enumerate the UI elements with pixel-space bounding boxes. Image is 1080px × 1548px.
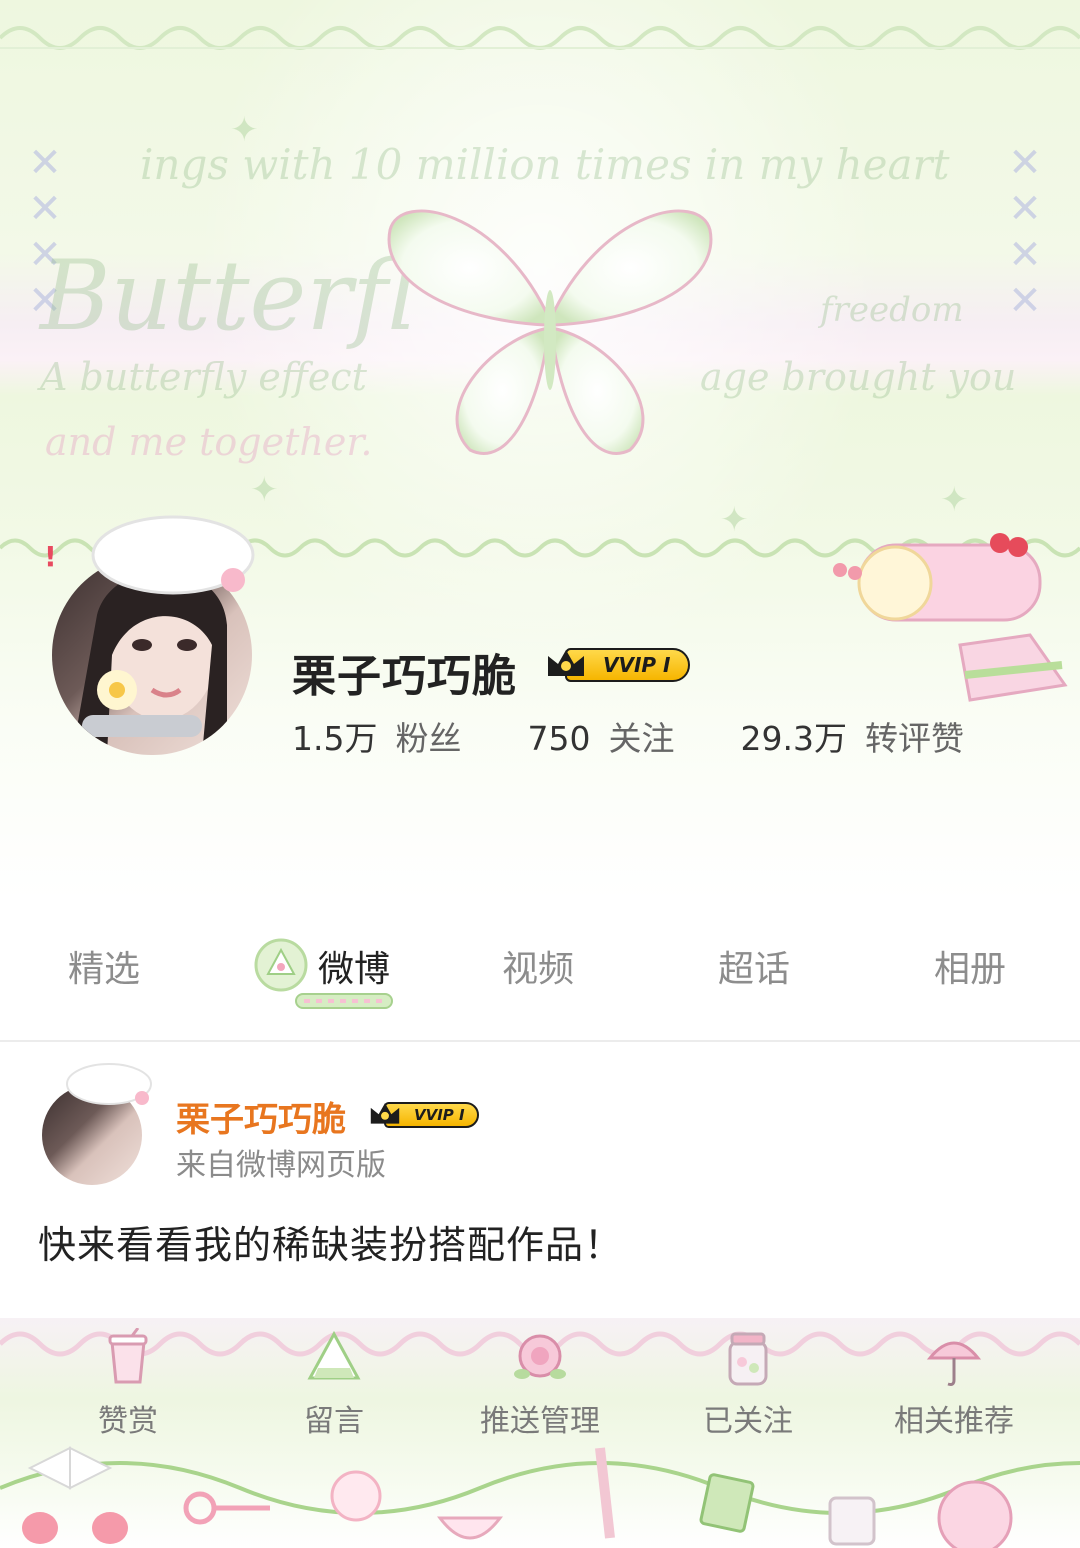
profile-banner[interactable]: ✕ ✕ ✕ ✕ ✕ ✕ ✕ ✕ ings with 10 million times in …	[0, 0, 1080, 900]
tab-divider	[0, 1040, 1080, 1042]
tab-weibo[interactable]: 微博	[318, 940, 390, 992]
vvip-badge[interactable]: VVIP I	[545, 646, 691, 684]
stat-following[interactable]: 750 关注	[527, 712, 674, 760]
push-settings-button[interactable]: 推送管理	[460, 1328, 620, 1440]
jar-icon	[728, 1332, 768, 1386]
profile-stats: 1.5万 粉丝 750 关注 29.3万 转评赞	[292, 712, 1030, 760]
lace-border-decoration	[0, 26, 1080, 50]
butterfly-illustration	[387, 209, 713, 455]
stat-label: 粉丝	[395, 719, 462, 758]
sparkle-icon: ✦	[250, 470, 279, 510]
related-recommendations-button[interactable]: 相关推荐	[874, 1328, 1034, 1440]
stat-number: 750	[527, 719, 591, 758]
umbrella-icon	[926, 1341, 982, 1386]
comment-button[interactable]: 留言	[254, 1328, 414, 1440]
cross-stitch-decoration: ✕ ✕ ✕ ✕	[1008, 140, 1042, 324]
exclaim-icon: !	[44, 540, 57, 573]
stat-number: 1.5万	[292, 719, 378, 758]
rice-ball-icon	[254, 938, 308, 992]
crown-icon	[548, 650, 584, 676]
reward-button[interactable]: 赞赏	[48, 1328, 208, 1440]
sweets-decoration	[0, 1446, 1080, 1548]
banner-script-text: age brought you	[700, 355, 1017, 399]
cake-roll-decoration	[833, 533, 1068, 702]
following-button[interactable]: 已关注	[668, 1328, 828, 1440]
active-tab-indicator	[295, 993, 393, 1009]
profile-tabs: 精选 微博 视频 超话 相册	[0, 918, 1080, 1038]
rose-icon	[514, 1334, 566, 1379]
tab-featured[interactable]: 精选	[68, 940, 140, 992]
profile-username: 栗子巧巧脆	[292, 651, 517, 702]
post-username[interactable]: 栗子巧巧脆	[176, 1092, 346, 1141]
profile-avatar[interactable]: !	[44, 510, 264, 760]
tab-album[interactable]: 相册	[934, 940, 1006, 992]
sparkle-icon: ✦	[940, 480, 969, 520]
vvip-badge[interactable]: VVIP I	[368, 1100, 479, 1130]
bottom-action-bar: 赞赏 留言 推送管理 已关注 相关推荐	[0, 1318, 1080, 1548]
tab-video[interactable]: 视频	[502, 940, 574, 992]
banner-script-text: freedom	[820, 290, 964, 330]
stat-number: 29.3万	[740, 719, 847, 758]
stat-label: 转评赞	[864, 719, 964, 758]
stat-reposts-likes[interactable]: 29.3万 转评赞	[740, 712, 963, 760]
post-body[interactable]: 快来看看我的稀缺装扮搭配作品！	[38, 1214, 623, 1269]
crown-icon	[370, 1103, 400, 1124]
chef-hat-decoration	[91, 515, 255, 595]
rice-ball-icon	[307, 1330, 361, 1380]
post-avatar[interactable]	[38, 1060, 152, 1185]
tab-super-topic[interactable]: 超话	[718, 940, 790, 992]
sparkle-icon: ✦	[230, 110, 259, 150]
stat-label: 关注	[608, 719, 675, 758]
chef-hat-decoration	[66, 1063, 152, 1105]
juice-cup-icon	[108, 1328, 148, 1384]
stat-followers[interactable]: 1.5万 粉丝	[292, 712, 461, 760]
banner-script-text: and me together.	[45, 420, 373, 464]
post-source: 来自微博网页版	[176, 1148, 386, 1183]
banner-script-text: A butterfly effect	[40, 355, 367, 399]
